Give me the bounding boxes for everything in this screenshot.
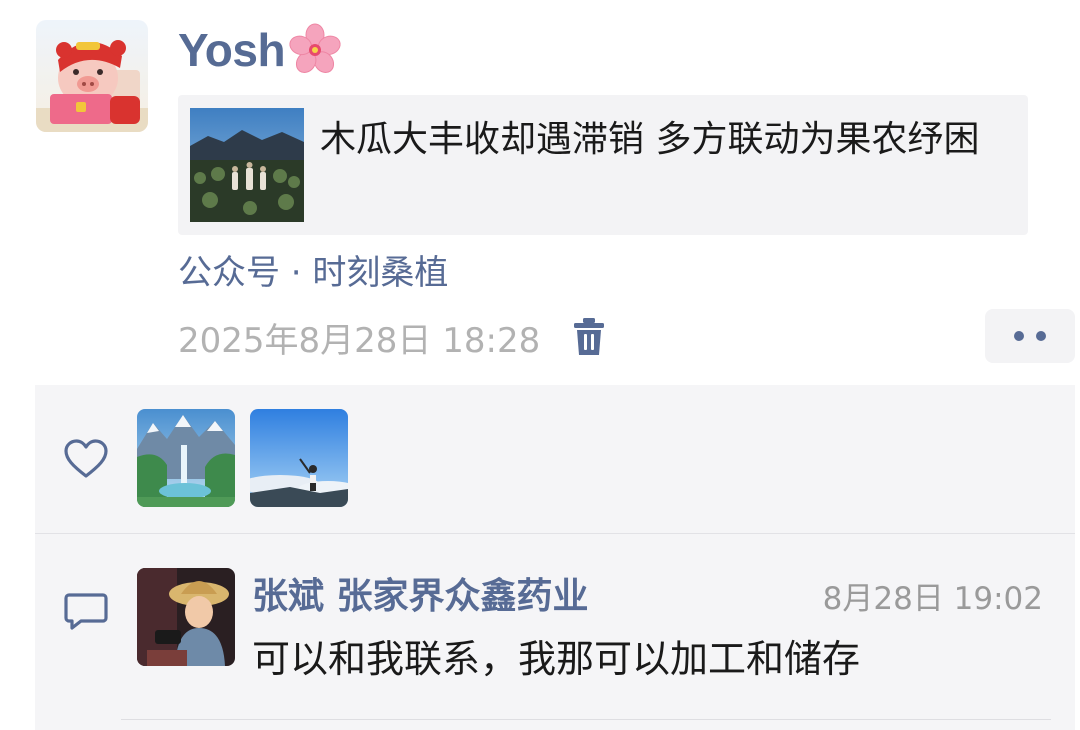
likes-row [35,385,1075,533]
cartoon-pig-avatar-icon [36,40,148,132]
heart-icon [64,439,108,478]
commenter-avatar[interactable] [137,568,235,666]
shared-article-card[interactable]: 木瓜大丰收却遇滞销 多方联动为果农纾困 [178,95,1028,235]
post-meta: 2025年8月28日 18:28 [178,312,606,362]
author-name-text: Yosh [178,24,286,76]
article-source[interactable]: 公众号 · 时刻桑植 [178,250,448,296]
girl-on-mountain-avatar-icon [250,409,348,507]
comment-bubble-icon [64,593,108,630]
interaction-panel: 张斌 张家界众鑫药业 8月28日 19:02 可以和我联系，我那可以加工和储存 [35,385,1075,730]
comment-divider [121,719,1051,720]
waterfall-landscape-avatar-icon [137,409,235,507]
more-options-button[interactable] [985,309,1075,363]
author-name[interactable]: Yosh [178,22,343,78]
more-dots-icon [1014,331,1024,341]
child-with-hat-avatar-icon [137,568,235,666]
liker-avatar[interactable] [250,409,348,507]
post-timestamp: 2025年8月28日 18:28 [178,320,541,361]
more-dots-icon [1036,331,1046,341]
cherry-blossom-emoji-icon [289,23,341,73]
article-title: 木瓜大丰收却遇滞销 多方联动为果农纾困 [320,119,980,160]
mountain-field-photo-icon [190,108,304,222]
trash-icon[interactable] [572,317,606,357]
moments-post: Yosh 木瓜大丰收却遇滞销 多方联动为果农纾困 公众号 · 时刻桑植 2025… [0,0,1080,730]
comment-text: 可以和我联系，我那可以加工和储存 [252,637,861,681]
comment-time: 8月28日 19:02 [822,581,1043,617]
commenter-name[interactable]: 张斌 张家界众鑫药业 [252,572,589,622]
comment-item[interactable]: 张斌 张家界众鑫药业 8月28日 19:02 可以和我联系，我那可以加工和储存 [35,534,1075,730]
author-avatar[interactable] [36,20,148,132]
liker-avatar[interactable] [137,409,235,507]
